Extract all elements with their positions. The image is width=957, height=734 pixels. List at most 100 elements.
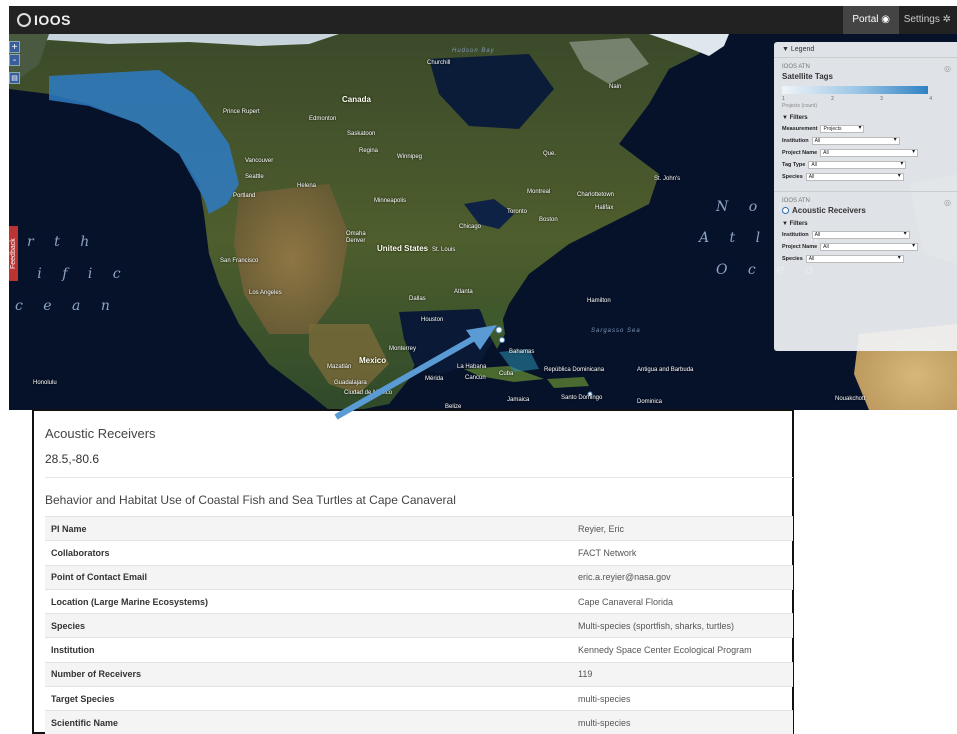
visibility-eye-icon[interactable]: ◎ — [944, 198, 951, 207]
receiver-marker — [495, 326, 503, 334]
legend-header[interactable]: ▼ Legend — [774, 42, 957, 58]
collapse-caret-icon: ▼ — [782, 115, 788, 121]
city-label: Mérida — [425, 376, 444, 382]
layers-icon[interactable]: ▤ — [9, 72, 20, 84]
legend-title: Legend — [790, 46, 815, 53]
city-label: Nain — [609, 84, 622, 90]
filter-label: Species — [782, 173, 803, 180]
city-label: Boston — [539, 217, 558, 223]
table-row: Target Species multi-species — [45, 686, 793, 711]
city-label: San Francisco — [220, 258, 259, 264]
city-label: Dallas — [409, 296, 426, 302]
row-key: Number of Receivers — [45, 661, 572, 687]
sea-label: Hudson Bay — [452, 48, 495, 54]
filter-row-species: Species All — [782, 172, 949, 181]
acoustic-layer-title: Acoustic Receivers — [792, 206, 866, 215]
legend-subtitle: IOOS ATN — [782, 198, 810, 204]
filter-label: Institution — [782, 137, 809, 144]
table-row: Number of Receivers 119 — [45, 661, 793, 687]
filters-label: Filters — [789, 221, 808, 227]
city-label: Churchill — [427, 60, 451, 66]
city-label: Atlanta — [454, 289, 473, 295]
row-value: multi-species — [572, 686, 793, 711]
scale-tick: 1 — [782, 96, 785, 102]
logo-text: IOOS — [34, 12, 72, 28]
city-label: St. John's — [654, 176, 681, 182]
city-label: Seattle — [245, 174, 264, 180]
legend-subtitle: IOOS ATN — [782, 64, 810, 70]
filter-label: Project Name — [782, 243, 818, 250]
ioos-logo-icon — [17, 13, 31, 27]
filter-row-measurement: Measurement Projects — [782, 124, 949, 133]
filter-row-tag-type: Tag Type All — [782, 160, 949, 169]
city-label: Honolulu — [33, 380, 57, 386]
receiver-symbol-icon — [782, 207, 789, 214]
country-label: Mexico — [359, 356, 387, 365]
row-value: Multi-species (sportfish, sharks, turtle… — [572, 613, 793, 638]
portal-nav-button[interactable]: Portal ◉ — [843, 6, 899, 34]
color-scale-ticks: 1 2 3 4 — [782, 96, 932, 102]
country-label: Jamaica — [507, 397, 530, 403]
city-label: Hamilton — [587, 298, 611, 304]
city-label: Prince Rupert — [223, 109, 260, 115]
city-label: Helena — [297, 183, 317, 189]
panel-divider — [45, 477, 793, 478]
species-select[interactable]: All — [805, 172, 904, 181]
row-value: eric.a.reyier@nasa.gov — [572, 564, 793, 590]
filters-toggle[interactable]: ▼ Filters — [782, 115, 949, 121]
city-label: Nouakchott — [835, 396, 866, 402]
filters-toggle[interactable]: ▼ Filters — [782, 221, 949, 227]
city-label: Montreal — [527, 189, 551, 195]
city-label: Portland — [233, 193, 256, 199]
project-name-select[interactable]: All — [820, 148, 919, 157]
row-value: multi-species — [572, 710, 793, 734]
row-key: Target Species — [45, 686, 572, 711]
city-label: Ciudad de México — [344, 390, 393, 396]
city-label: Santo Domingo — [561, 395, 603, 401]
filter-row-institution: Institution All — [782, 230, 949, 239]
city-label: Cancún — [465, 375, 486, 381]
country-label: Bahamas — [509, 349, 535, 355]
city-label: St. Louis — [432, 247, 456, 253]
legend-layer-title: Acoustic Receivers — [782, 206, 949, 215]
project-title: Behavior and Habitat Use of Coastal Fish… — [45, 493, 456, 507]
measurement-select[interactable]: Projects — [820, 124, 865, 133]
filter-label: Institution — [782, 231, 809, 238]
panel-coordinates: 28.5,-80.6 — [45, 452, 100, 466]
ioos-logo[interactable]: IOOS — [17, 12, 71, 28]
zoom-out-button[interactable]: - — [9, 54, 20, 66]
portal-label: Portal — [852, 14, 879, 25]
row-key: Point of Contact Email — [45, 564, 572, 590]
row-value: Reyier, Eric — [572, 515, 793, 541]
collapse-caret-icon: ▼ — [782, 46, 789, 53]
row-key: Scientific Name — [45, 710, 572, 734]
species-select[interactable]: All — [805, 254, 904, 263]
globe-icon: ◉ — [881, 14, 890, 25]
table-row: Scientific Name multi-species — [45, 710, 793, 734]
project-name-select[interactable]: All — [820, 242, 919, 251]
tag-type-select[interactable]: All — [808, 160, 907, 169]
city-label: Minneapolis — [374, 198, 407, 204]
zoom-in-button[interactable]: + — [9, 41, 20, 53]
visibility-eye-icon[interactable]: ◎ — [944, 64, 951, 73]
filter-row-species: Species All — [782, 254, 949, 263]
institution-select[interactable]: All — [811, 136, 900, 145]
receiver-marker — [499, 337, 505, 343]
city-label: La Habana — [457, 364, 487, 370]
row-value: Cape Canaveral Florida — [572, 588, 793, 614]
table-row: Collaborators FACT Network — [45, 540, 793, 566]
institution-select[interactable]: All — [811, 230, 910, 239]
filter-label: Species — [782, 255, 803, 262]
filter-label: Project Name — [782, 149, 818, 156]
table-row: Institution Kennedy Space Center Ecologic… — [45, 637, 793, 663]
row-value: FACT Network — [572, 540, 793, 566]
row-key: Location (Large Marine Ecosystems) — [45, 588, 572, 614]
table-row: Point of Contact Email eric.a.reyier@nasa… — [45, 564, 793, 590]
legend-satellite-section: IOOS ATN Satellite Tags ◎ 1 2 3 4 Projec… — [774, 58, 957, 181]
scale-tick: 2 — [831, 96, 834, 102]
city-label: Regina — [359, 148, 379, 154]
feedback-tab[interactable]: Feedback — [9, 226, 18, 281]
row-key: Species — [45, 613, 572, 638]
settings-nav-button[interactable]: Settings ✲ — [904, 6, 951, 34]
row-key: Collaborators — [45, 540, 572, 566]
